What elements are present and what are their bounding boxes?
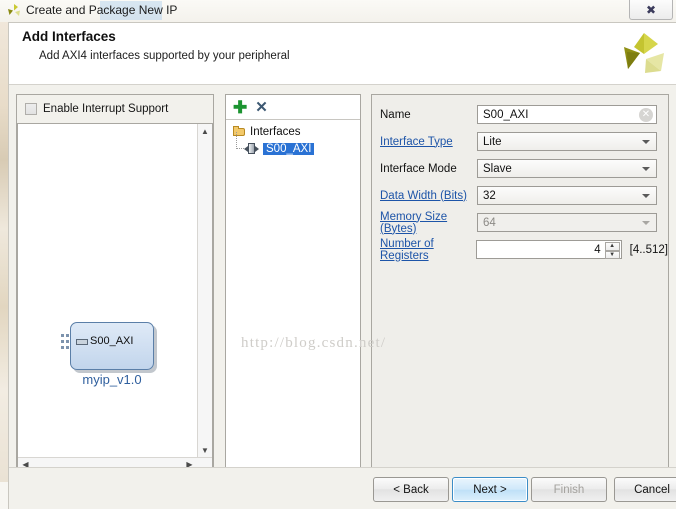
number-of-registers-value: 4 [594, 243, 601, 256]
tree-toolbar: ✚ ✕ [226, 95, 360, 120]
name-input-value: S00_AXI [483, 108, 529, 121]
add-interface-icon[interactable]: ✚ [233, 99, 247, 116]
name-input[interactable]: S00_AXI ✕ [477, 105, 657, 124]
next-button-label: Next > [473, 483, 507, 496]
data-width-value: 32 [483, 189, 496, 202]
close-icon: ✖ [645, 2, 657, 17]
field-row-data-width: Data Width (Bits) 32 [372, 182, 668, 209]
interface-mode-select[interactable]: Slave [477, 159, 657, 178]
interface-icon [244, 143, 259, 154]
name-label: Name [380, 108, 411, 121]
cancel-button[interactable]: Cancel [614, 477, 676, 502]
finish-button: Finish [531, 477, 607, 502]
background-bleed-left [0, 22, 8, 482]
delete-interface-icon[interactable]: ✕ [255, 100, 268, 115]
create-package-new-ip-window: Create and Package New IP ✖ Add Interfac… [0, 0, 676, 509]
chevron-down-icon [642, 140, 650, 144]
dialog-header: Add Interfaces Add AXI4 interfaces suppo… [9, 23, 676, 85]
next-button[interactable]: Next > [452, 477, 528, 502]
field-row-number-of-registers: Number of Registers 4 ▲ ▼ [4..512] [372, 236, 668, 263]
xilinx-logo-icon [8, 4, 20, 16]
ip-block-name: myip_v1.0 [82, 372, 142, 387]
scroll-down-icon[interactable]: ▼ [198, 443, 212, 458]
interface-mode-value: Slave [483, 162, 512, 175]
memory-size-select: 64 [477, 213, 657, 232]
ip-port-icon [76, 339, 88, 345]
stepper-down-icon: ▼ [609, 251, 616, 258]
number-of-registers-range-note: [4..512] [629, 243, 668, 256]
interface-mode-label: Interface Mode [380, 162, 457, 175]
clear-icon[interactable]: ✕ [639, 108, 653, 122]
watermark-text: http://blog.csdn.net/ [241, 335, 387, 351]
chevron-down-icon [642, 221, 650, 225]
memory-size-label[interactable]: Memory Size (Bytes) [372, 211, 477, 235]
memory-size-value: 64 [483, 216, 496, 229]
tree-guide-line [236, 132, 244, 149]
data-width-label[interactable]: Data Width (Bits) [372, 190, 477, 202]
interface-type-value: Lite [483, 135, 502, 148]
dialog-body: Add Interfaces Add AXI4 interfaces suppo… [8, 22, 676, 509]
interfaces-tree: Interfaces S00_AXI [226, 123, 360, 157]
field-row-interface-type: Interface Type Lite [372, 128, 668, 155]
diagram-vertical-scrollbar[interactable]: ▲ ▼ [197, 124, 212, 458]
back-button[interactable]: < Back [373, 477, 449, 502]
field-row-interface-mode: Interface Mode Slave [372, 155, 668, 182]
data-width-select[interactable]: 32 [477, 186, 657, 205]
scroll-up-icon[interactable]: ▲ [198, 124, 212, 139]
dialog-footer: < Back Next > Finish Cancel [9, 467, 676, 509]
back-button-label: < Back [393, 483, 429, 496]
page-title: Add Interfaces [22, 29, 116, 44]
tree-item-s00-axi[interactable]: S00_AXI [226, 132, 360, 157]
page-subtitle: Add AXI4 interfaces supported by your pe… [39, 50, 290, 62]
ip-pin-grid-icon [61, 334, 69, 349]
diagram-panel: Enable Interrupt Support S00_AXI myip_v1… [16, 94, 214, 474]
interface-type-label[interactable]: Interface Type [372, 136, 477, 148]
field-row-memory-size: Memory Size (Bytes) 64 [372, 209, 668, 236]
interface-type-select[interactable]: Lite [477, 132, 657, 151]
stepper-down-button[interactable]: ▼ [604, 250, 620, 259]
close-button[interactable]: ✖ [629, 0, 673, 20]
finish-button-label: Finish [553, 483, 585, 496]
chevron-down-icon [642, 167, 650, 171]
cancel-button-label: Cancel [634, 483, 670, 496]
number-of-registers-stepper[interactable]: 4 ▲ ▼ [475, 240, 622, 259]
scroll-down-glyph: ▼ [201, 445, 209, 455]
ip-port-label: S00_AXI [90, 335, 134, 347]
dialog-content: Enable Interrupt Support S00_AXI myip_v1… [9, 85, 676, 489]
interfaces-tree-panel: ✚ ✕ Interfaces S00_AXI [225, 94, 361, 474]
enable-interrupt-support-row[interactable]: Enable Interrupt Support [17, 95, 213, 123]
tree-item-interfaces-label: Interfaces [250, 125, 301, 138]
field-row-name: Name S00_AXI ✕ [372, 101, 668, 128]
enable-interrupt-support-checkbox[interactable] [25, 103, 37, 115]
tree-item-s00-axi-label: S00_AXI [263, 142, 315, 155]
tree-item-interfaces[interactable]: Interfaces [226, 123, 360, 140]
xilinx-logo-icon [624, 33, 664, 73]
interface-properties-panel: Name S00_AXI ✕ Interface Type Lite Inter… [371, 94, 669, 474]
window-title: Create and Package New IP [26, 3, 178, 17]
chevron-down-icon [642, 194, 650, 198]
stepper-buttons[interactable]: ▲ ▼ [604, 242, 620, 259]
title-bar: Create and Package New IP ✖ [0, 0, 676, 22]
scroll-up-glyph: ▲ [201, 126, 209, 136]
stepper-up-icon: ▲ [609, 243, 616, 250]
stepper-up-button[interactable]: ▲ [604, 242, 620, 251]
number-of-registers-label[interactable]: Number of Registers [372, 238, 476, 262]
ip-symbol-canvas[interactable]: S00_AXI myip_v1.0 ▲ ▼ ◀ ▶ [17, 123, 213, 473]
enable-interrupt-support-label: Enable Interrupt Support [43, 103, 169, 115]
